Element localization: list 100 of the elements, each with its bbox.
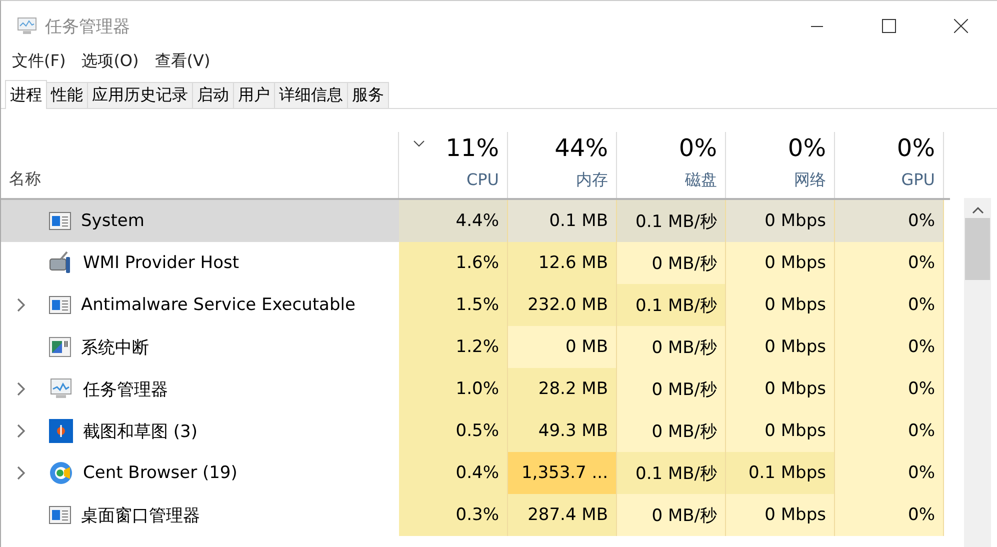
process-name: 桌面窗口管理器: [81, 504, 200, 526]
usage-cell: 0 Mbps: [726, 368, 835, 410]
expand-chevron-icon[interactable]: [17, 298, 26, 312]
usage-cell: 0%: [835, 452, 944, 494]
process-name: 截图和草图 (3): [83, 420, 198, 442]
app-icon: [17, 17, 37, 35]
scissors-app-icon: [49, 419, 73, 443]
process-name: System: [81, 211, 144, 231]
column-total: 0%: [896, 134, 935, 162]
scroll-up-icon[interactable]: [972, 206, 984, 214]
usage-cell: 0.1 MB/秒: [617, 284, 726, 326]
browser-icon: [49, 461, 73, 485]
monitor-chart-icon: [49, 378, 73, 400]
menu-item[interactable]: 查看(V): [148, 51, 218, 72]
usage-cell: 0 Mbps: [726, 284, 835, 326]
usage-cell: 0%: [835, 200, 944, 242]
usage-cell: 0 Mbps: [726, 242, 835, 284]
column-heading[interactable]: 11% CPU: [399, 132, 508, 198]
column-label: 磁盘: [685, 170, 717, 191]
usage-cell: 0 MB/秒: [617, 242, 726, 284]
usage-cell: 0.1 Mbps: [726, 452, 835, 494]
usage-cell: 4.4%: [399, 200, 508, 242]
usage-cell: 0%: [835, 284, 944, 326]
usage-cell: 0 MB: [508, 326, 617, 368]
column-heading[interactable]: 0% GPU: [835, 132, 944, 198]
usage-cell: 1,353.7 ...: [508, 452, 617, 494]
program-window-icon: [49, 212, 71, 230]
usage-cell: 0%: [835, 494, 944, 536]
chart-window-icon: [49, 337, 71, 357]
process-name-cell[interactable]: Antimalware Service Executable: [1, 284, 399, 326]
tab[interactable]: 性能: [46, 82, 88, 108]
usage-cell: 0%: [835, 368, 944, 410]
usage-cell: 0 Mbps: [726, 200, 835, 242]
usage-cell: 1.2%: [399, 326, 508, 368]
column-heading[interactable]: 0% 磁盘: [617, 132, 726, 198]
program-window-icon: [49, 296, 71, 314]
expand-chevron-icon[interactable]: [17, 466, 26, 480]
usage-cell: 0.1 MB: [508, 200, 617, 242]
usage-cell: 12.6 MB: [508, 242, 617, 284]
expand-chevron-icon[interactable]: [17, 424, 26, 438]
menu-item[interactable]: 选项(O): [74, 51, 146, 72]
process-name-cell[interactable]: 系统中断: [1, 326, 399, 368]
usage-cell: 0 Mbps: [726, 326, 835, 368]
column-heading[interactable]: 0% 网络: [726, 132, 835, 198]
usage-cell: 0.5%: [399, 410, 508, 452]
usage-cell: 232.0 MB: [508, 284, 617, 326]
process-name-cell[interactable]: WMI Provider Host: [1, 242, 399, 284]
expand-chevron-icon[interactable]: [17, 382, 26, 396]
tab[interactable]: 应用历史记录: [87, 82, 193, 108]
scrollbar[interactable]: [964, 198, 991, 547]
column-total: 11%: [446, 134, 499, 162]
usage-cell: 0.1 MB/秒: [617, 452, 726, 494]
usage-cell: 0%: [835, 326, 944, 368]
usage-cell: 0.4%: [399, 452, 508, 494]
process-name-cell[interactable]: 桌面窗口管理器: [1, 494, 399, 536]
maximize-icon: [882, 19, 896, 33]
process-name: Cent Browser (19): [83, 463, 238, 483]
tab[interactable]: 进程: [5, 80, 47, 109]
process-name: 任务管理器: [83, 378, 168, 400]
column-total: 44%: [554, 134, 608, 162]
usage-cell: 1.5%: [399, 284, 508, 326]
column-label: GPU: [901, 170, 935, 189]
column-total: 0%: [678, 134, 717, 162]
process-name-cell[interactable]: 任务管理器: [1, 368, 399, 410]
usage-cell: 1.0%: [399, 368, 508, 410]
process-name-cell[interactable]: 截图和草图 (3): [1, 410, 399, 452]
column-label: CPU: [466, 170, 499, 189]
column-label: 网络: [794, 170, 826, 191]
tab[interactable]: 服务: [347, 82, 389, 108]
usage-cell: 0.3%: [399, 494, 508, 536]
column-heading[interactable]: 44% 内存: [508, 132, 617, 198]
close-icon: [954, 19, 968, 33]
column-total: 0%: [788, 134, 826, 162]
usage-cell: 49.3 MB: [508, 410, 617, 452]
process-name-cell[interactable]: System: [1, 200, 399, 242]
sort-chevron-icon: [413, 140, 425, 147]
process-name: Antimalware Service Executable: [81, 295, 356, 315]
usage-cell: 0 Mbps: [726, 494, 835, 536]
column-header[interactable]: 名称: [9, 169, 41, 190]
scroll-thumb[interactable]: [965, 218, 990, 280]
program-window-icon: [49, 506, 71, 524]
tab[interactable]: 启动: [192, 82, 234, 108]
usage-cell: 0 MB/秒: [617, 326, 726, 368]
process-name: WMI Provider Host: [83, 253, 239, 273]
process-name-cell[interactable]: Cent Browser (19): [1, 452, 399, 494]
usage-cell: 1.6%: [399, 242, 508, 284]
tab[interactable]: 详细信息: [274, 82, 348, 108]
column-label: 内存: [576, 170, 608, 191]
usage-cell: 0 MB/秒: [617, 368, 726, 410]
usage-cell: 287.4 MB: [508, 494, 617, 536]
usage-cell: 0%: [835, 242, 944, 284]
window-title: 任务管理器: [45, 16, 131, 38]
usage-cell: 0 MB/秒: [617, 494, 726, 536]
usage-cell: 0 Mbps: [726, 410, 835, 452]
tools-icon: [49, 251, 73, 275]
tab[interactable]: 用户: [233, 82, 275, 108]
usage-cell: 0.1 MB/秒: [617, 200, 726, 242]
usage-cell: 0%: [835, 410, 944, 452]
menu-item[interactable]: 文件(F): [5, 51, 73, 72]
usage-cell: 0 MB/秒: [617, 410, 726, 452]
